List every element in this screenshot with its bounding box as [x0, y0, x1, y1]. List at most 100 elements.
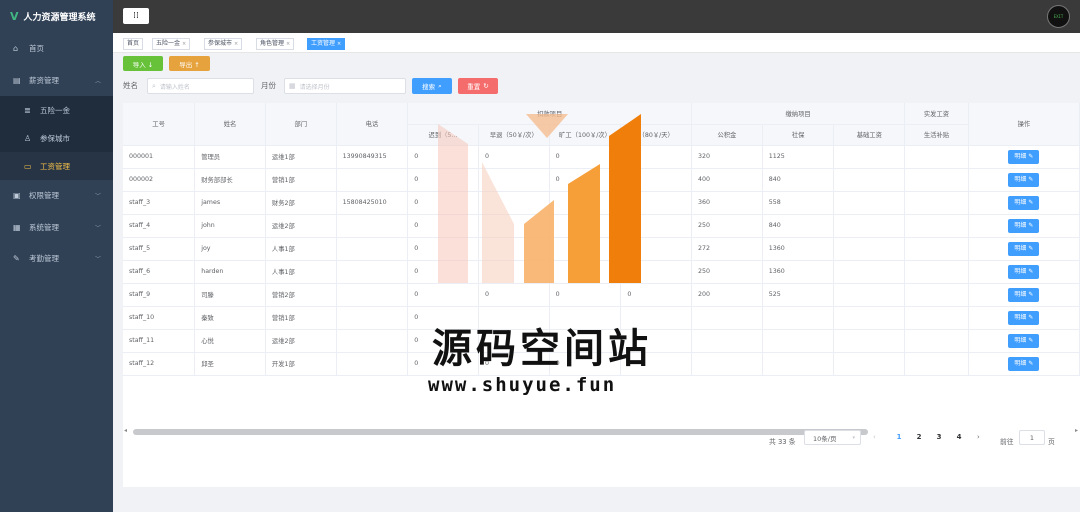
cell-phone: [336, 283, 409, 307]
export-button[interactable]: 导出 ↑: [169, 56, 210, 71]
detail-button[interactable]: 明细 ✎: [1008, 241, 1040, 256]
next-page-icon[interactable]: ›: [977, 433, 980, 441]
sidebar-item-label: 系统管理: [29, 222, 59, 232]
chevron-up-icon: ︿: [94, 77, 101, 85]
sidebar-item-home[interactable]: ⌂ 首页: [0, 33, 113, 65]
edit-icon: ✎: [13, 254, 20, 264]
sidebar-item-cities[interactable]: ♙ 参保城市: [0, 124, 113, 152]
cell-fund: 250: [691, 260, 763, 284]
edit-icon: ✎: [1026, 359, 1034, 367]
page-3[interactable]: 3: [933, 433, 945, 441]
avatar[interactable]: EXIT: [1047, 5, 1070, 28]
tag-cities[interactable]: 参保城市 ×: [204, 38, 243, 50]
user-icon: ♙: [24, 133, 32, 143]
cell-id: staff_6: [123, 260, 196, 284]
header-id: 工号: [123, 103, 196, 146]
sidebar-item-permissions[interactable]: ▣ 权限管理 ﹀: [0, 180, 113, 212]
page-1[interactable]: 1: [893, 433, 905, 441]
menu-toggle-button[interactable]: ⁞⁞: [123, 8, 149, 24]
detail-button-label: 明细: [1014, 175, 1027, 183]
cell-phone: 15808425010: [336, 191, 409, 215]
header-group-benefits: 缴纳项目: [691, 103, 906, 125]
edit-icon: ✎: [1026, 198, 1034, 206]
tag-roles[interactable]: 角色管理 ×: [256, 38, 295, 50]
page-size-select[interactable]: 10条/页 ▾: [804, 430, 861, 445]
search-button[interactable]: 搜索 ⌕: [412, 78, 452, 94]
detail-button-label: 明细: [1014, 267, 1027, 275]
tag-wages[interactable]: 工资管理 ×: [307, 38, 346, 50]
sidebar-item-salary[interactable]: ▤ 薪资管理 ︿: [0, 65, 113, 97]
sidebar-item-label: 考勤管理: [29, 254, 59, 264]
sidebar-item-system[interactable]: ▦ 系统管理 ﹀: [0, 212, 113, 244]
detail-button[interactable]: 明细 ✎: [1008, 310, 1040, 325]
name-filter-label: 姓名: [123, 81, 138, 90]
cell-fund: 200: [691, 283, 763, 307]
scroll-right-icon[interactable]: ▸: [1075, 427, 1078, 434]
cell-absent: 0: [549, 283, 622, 307]
cell-name: harden: [194, 260, 266, 284]
cell-subsidy: [904, 145, 969, 169]
cell-subsidy: [904, 329, 969, 353]
page-4[interactable]: 4: [953, 433, 965, 441]
scroll-left-icon[interactable]: ◂: [124, 427, 127, 434]
cell-fund: 360: [691, 191, 763, 215]
edit-icon: ✎: [1026, 152, 1034, 160]
close-icon[interactable]: ×: [182, 41, 186, 47]
tag-home[interactable]: 首页: [123, 38, 144, 50]
cell-dept: 财务2部: [265, 191, 337, 215]
sidebar-item-attendance[interactable]: ✎ 考勤管理 ﹀: [0, 243, 113, 275]
cell-base: [833, 214, 906, 238]
cell-phone: [336, 260, 409, 284]
pagination-total: 共 33 条: [769, 438, 796, 446]
close-icon[interactable]: ×: [234, 41, 238, 47]
import-button[interactable]: 导入 ↓: [123, 56, 163, 71]
detail-button[interactable]: 明细 ✎: [1008, 333, 1040, 348]
cell-name: james: [194, 191, 266, 215]
sidebar-item-label: 五险一金: [40, 105, 70, 115]
cell-base: [833, 306, 906, 330]
detail-button[interactable]: 明细 ✎: [1008, 149, 1040, 164]
scrollbar-thumb[interactable]: [133, 429, 868, 435]
prev-page-icon[interactable]: ‹: [873, 433, 876, 441]
goto-page-input[interactable]: 1: [1019, 430, 1045, 445]
goto-suffix: 页: [1048, 438, 1055, 446]
month-picker-input[interactable]: ▦ 请选择月份: [284, 78, 406, 94]
detail-button-label: 明细: [1014, 221, 1027, 229]
header-subsidy: 生活补贴: [904, 124, 969, 146]
app-title: 人力资源管理系统: [23, 13, 96, 23]
detail-button[interactable]: 明细 ✎: [1008, 172, 1040, 187]
tag-insurance[interactable]: 五险一金 ×: [152, 38, 191, 50]
detail-button[interactable]: 明细 ✎: [1008, 195, 1040, 210]
cell-insurance: 558: [762, 191, 835, 215]
cell-op: 明细 ✎: [968, 352, 1080, 376]
cell-name: 邱圣: [194, 352, 266, 376]
cell-subsidy: [904, 260, 969, 284]
cell-subsidy: [904, 214, 969, 238]
close-icon[interactable]: ×: [286, 41, 290, 47]
cell-name: 财务部部长: [194, 168, 266, 192]
cell-insurance: [762, 329, 835, 353]
detail-button[interactable]: 明细 ✎: [1008, 356, 1040, 371]
detail-button[interactable]: 明细 ✎: [1008, 218, 1040, 233]
sidebar-item-wages[interactable]: ▭ 工资管理: [0, 152, 113, 180]
header-dept: 部门: [265, 103, 337, 146]
watermark-url: www.shuyue.fun: [428, 374, 617, 396]
goto-label: 前往: [1000, 438, 1014, 446]
detail-button[interactable]: 明细 ✎: [1008, 264, 1040, 279]
app-logo[interactable]: V 人力资源管理系统: [0, 0, 113, 33]
name-search-input[interactable]: ⌕ 请输入姓名: [147, 78, 254, 94]
cell-base: [833, 191, 906, 215]
edit-icon: ✎: [1026, 336, 1034, 344]
detail-button[interactable]: 明细 ✎: [1008, 287, 1040, 302]
lock-icon: ▣: [13, 191, 21, 201]
cell-id: 000002: [123, 168, 196, 192]
detail-button-label: 明细: [1014, 152, 1027, 160]
home-icon: ⌂: [13, 44, 19, 54]
header-name: 姓名: [194, 103, 266, 146]
close-icon[interactable]: ×: [337, 41, 341, 47]
page-2[interactable]: 2: [913, 433, 925, 441]
sidebar-item-insurance[interactable]: ≣ 五险一金: [0, 96, 113, 124]
month-filter-label: 月份: [261, 81, 276, 90]
reset-button[interactable]: 重置 ↻: [458, 78, 498, 94]
cell-dept: 运维1部: [265, 145, 337, 169]
